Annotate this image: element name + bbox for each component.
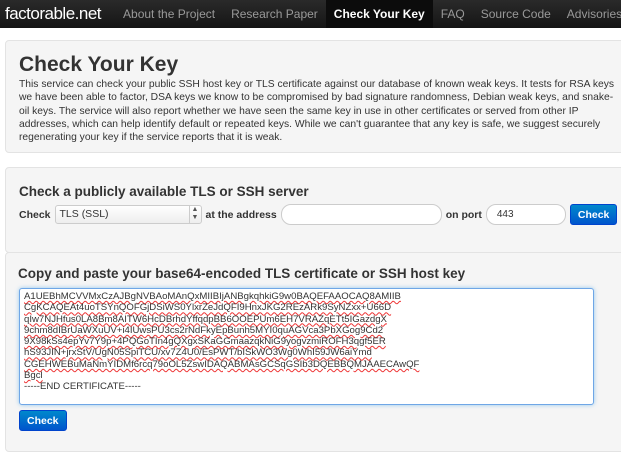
nav-advisories[interactable]: Advisories xyxy=(559,0,621,28)
nav-research-paper[interactable]: Research Paper xyxy=(223,0,326,28)
certificate-line: A1UEBhMCVVMxCzAJBgNVBAoMAnQxMIIBIjANBgkq… xyxy=(24,291,401,302)
certificate-line: qIw7NJHfus0LA8Bm8AITW6HcDBrhdYffqdpBB6OO… xyxy=(24,313,387,325)
server-check-title: Check a publicly available TLS or SSH se… xyxy=(19,184,309,199)
certificate-end-line: -----END CERTIFICATE----- xyxy=(24,381,141,393)
page-title: Check Your Key xyxy=(19,53,179,76)
certificate-line: Bgcl xyxy=(24,370,43,382)
address-input[interactable] xyxy=(280,204,442,225)
nav-about[interactable]: About the Project xyxy=(115,0,223,28)
protocol-selected: TLS (SSL) xyxy=(59,208,109,220)
nav-faq[interactable]: FAQ xyxy=(433,0,473,28)
brand-logo[interactable]: factorable.net xyxy=(0,4,115,24)
port-input[interactable]: 443 xyxy=(485,204,566,225)
check-label: Check xyxy=(19,208,51,221)
paste-check-title: Copy and paste your base64-encoded TLS c… xyxy=(18,266,466,281)
intro-well: Check Your Key This service can check yo… xyxy=(5,40,621,153)
nav-source-code[interactable]: Source Code xyxy=(473,0,559,28)
server-check-well: Check a publicly available TLS or SSH se… xyxy=(5,167,621,253)
intro-text: This service can check your public SSH h… xyxy=(19,79,615,144)
paste-check-well: A1UEBhMCVVMxCzAJBgNVBAoMAnQxMIIBIjANBgkq… xyxy=(5,252,621,452)
top-navbar: factorable.net About the Project Researc… xyxy=(0,0,621,28)
certificate-line: 9chm8dIBrUaWXuUV+i4IUwsPU3cs2rNdFkyEpBun… xyxy=(24,324,384,336)
protocol-select[interactable]: TLS (SSL) ▲ ▼ xyxy=(54,205,202,224)
certificate-line: 9X98kSs4epYv7Y9p+4PQGoTIn4gQXgxSKaGGmaaz… xyxy=(24,336,386,348)
certificate-line: CGEHWEBuMaNmYIDMf6rcq79oOL5ZswIDAQABMAsG… xyxy=(24,358,420,370)
certificate-line: CgKCAQEAt4uoTSYnQOFGjDSiWS0YlxrZeJdQFI9H… xyxy=(24,302,392,314)
server-check-button[interactable]: Check xyxy=(569,204,618,225)
nav-check-your-key[interactable]: Check Your Key xyxy=(325,0,433,28)
address-label: at the address xyxy=(205,208,277,221)
select-arrows-icon: ▲ ▼ xyxy=(188,206,201,223)
certificate-line: hS93JIN+jrxStV/UgN05SpiTCU/xv7Z4U0/EsPWT… xyxy=(24,347,372,359)
port-label: on port xyxy=(445,208,482,221)
paste-check-button[interactable]: Check xyxy=(19,410,67,431)
certificate-textarea[interactable]: A1UEBhMCVVMxCzAJBgNVBAoMAnQxMIIBIjANBgkq… xyxy=(19,288,594,405)
